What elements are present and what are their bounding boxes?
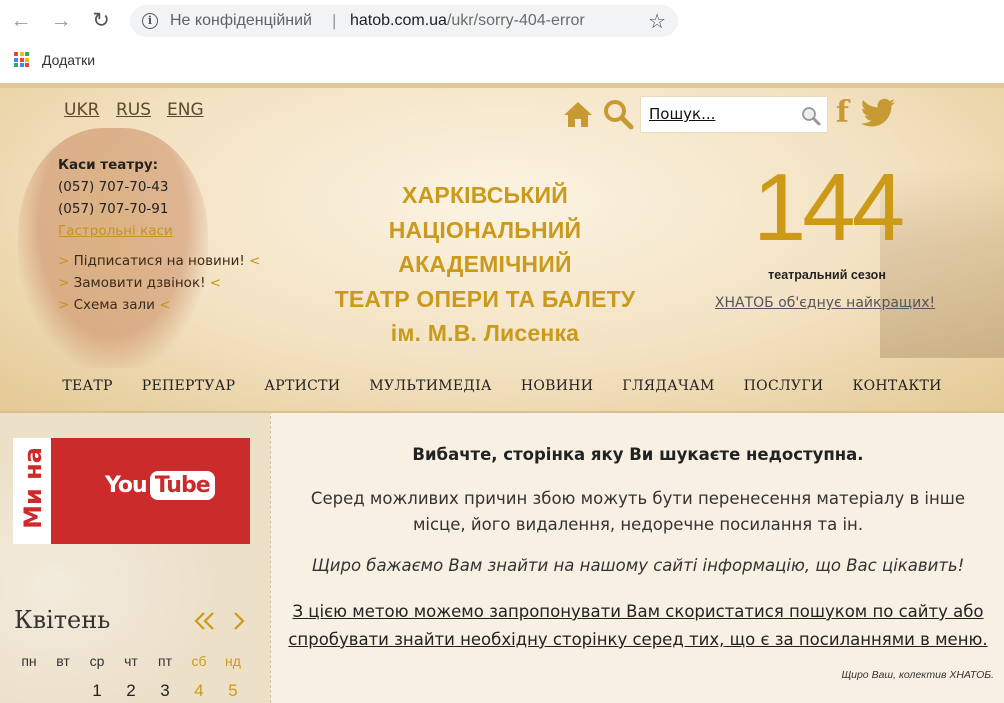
lang-ukr-link[interactable]: UKR: [64, 100, 99, 120]
info-icon[interactable]: i: [142, 13, 158, 29]
calendar-next-icon[interactable]: [232, 612, 246, 630]
calendar-day[interactable]: 5: [218, 681, 248, 701]
reload-icon[interactable]: ↻: [88, 8, 114, 34]
theatre-title-line-4: ім. М.В. Лисенка: [390, 320, 580, 346]
weekday-tue: вт: [56, 653, 70, 669]
calendar-day[interactable]: 2: [116, 681, 146, 701]
theatre-title-line-3: ТЕАТР ОПЕРИ ТА БАЛЕТУ: [334, 285, 636, 312]
box-office-phone-1[interactable]: (057) 707-70-43: [58, 176, 173, 198]
url-path: /ukr/sorry-404-error: [446, 12, 585, 29]
nav-item-theatre[interactable]: ТЕАТР: [62, 375, 112, 411]
nav-item-repertoire[interactable]: РЕПЕРТУАР: [142, 375, 236, 411]
error-suggest-link[interactable]: З цією метою можемо запропонувати Вам ск…: [281, 598, 995, 654]
order-call-link[interactable]: > Замовити дзвінок! <: [58, 272, 260, 294]
calendar-prev-icon[interactable]: [194, 612, 216, 630]
youtube-tube-text: Tube: [149, 471, 215, 500]
box-office-label: Каси театру:: [58, 157, 159, 173]
youtube-side-strip: Ми на: [13, 438, 51, 544]
calendar-month: Квітень: [14, 606, 111, 634]
sidebar: Ми на You Tube Квітень пн вт ср чт пт сб…: [0, 411, 270, 703]
box-office-phone-2[interactable]: (057) 707-70-91: [58, 198, 173, 220]
browser-chrome: ← → ↻ i Не конфіденційний | hatob.com.ua…: [0, 0, 1004, 83]
lang-rus-link[interactable]: RUS: [116, 100, 151, 120]
site-header: UKR RUS ENG f Каси театру: (057) 707-70-…: [0, 83, 1004, 411]
season-label: театральний сезон: [768, 268, 886, 282]
calendar-day[interactable]: 4: [184, 681, 214, 701]
url-text[interactable]: hatob.com.ua/ukr/sorry-404-error: [350, 12, 585, 30]
weekday-mon: пн: [21, 653, 37, 669]
bookmark-star-icon[interactable]: ☆: [648, 9, 666, 34]
back-arrow-icon[interactable]: ←: [8, 8, 34, 34]
search-input[interactable]: [649, 105, 799, 123]
tour-box-office-link[interactable]: Гастрольні каси: [58, 223, 173, 239]
calendar-day[interactable]: 1: [82, 681, 112, 701]
error-title: Вибачте, сторінка яку Ви шукаєте недосту…: [412, 445, 864, 464]
facebook-icon[interactable]: f: [836, 98, 849, 128]
unite-best-link[interactable]: ХНАТОБ об'єднує найкращих!: [710, 295, 940, 311]
search-icon[interactable]: [602, 98, 634, 130]
error-signature: Щиро Ваш, колектив ХНАТОБ.: [841, 669, 994, 681]
url-domain: hatob.com.ua: [350, 12, 447, 29]
hall-scheme-link[interactable]: > Схема зали <: [58, 294, 260, 316]
search-magnifier-icon[interactable]: [801, 106, 821, 126]
nav-item-spectators[interactable]: ГЛЯДАЧАМ: [622, 375, 714, 411]
theatre-title-line-2: НАЦІОНАЛЬНИЙ АКАДЕМІЧНИЙ: [388, 216, 582, 278]
error-reasons: Серед можливих причин збою можуть бути п…: [310, 489, 966, 534]
apps-grid-icon[interactable]: [14, 52, 29, 67]
nav-item-services[interactable]: ПОСЛУГИ: [744, 375, 824, 411]
youtube-logo: You Tube: [105, 471, 215, 500]
youtube-side-text: Ми на: [19, 447, 47, 529]
search-box[interactable]: [640, 96, 828, 133]
weekday-fri: пт: [158, 653, 172, 669]
main-nav: ТЕАТР РЕПЕРТУАР АРТИСТИ МУЛЬТИМЕДІА НОВИ…: [0, 375, 1004, 411]
error-wish: Щиро бажаємо Вам знайти на нашому сайті …: [311, 556, 965, 575]
youtube-you-text: You: [105, 473, 148, 498]
calendar-day[interactable]: 3: [150, 681, 180, 701]
lang-eng-link[interactable]: ENG: [167, 100, 204, 120]
home-icon[interactable]: [562, 100, 594, 128]
theatre-title[interactable]: ХАРКІВСЬКИЙ НАЦІОНАЛЬНИЙ АКАДЕМІЧНИЙ ТЕА…: [300, 178, 670, 351]
weekday-wed: ср: [89, 653, 105, 669]
address-bar[interactable]: i Не конфіденційний | hatob.com.ua/ukr/s…: [130, 5, 678, 37]
header-links: > Підписатися на новини! < > Замовити дз…: [58, 250, 260, 316]
nav-item-news[interactable]: НОВИНИ: [521, 375, 593, 411]
security-label: Не конфіденційний: [170, 12, 312, 29]
nav-item-contacts[interactable]: КОНТАКТИ: [852, 375, 941, 411]
season-number: 144: [752, 154, 905, 261]
weekday-sun: нд: [225, 653, 241, 669]
twitter-icon[interactable]: [860, 98, 896, 128]
error-content: Вибачте, сторінка яку Ви шукаєте недосту…: [270, 411, 1004, 703]
url-separator: |: [332, 11, 337, 30]
weekday-thu: чт: [124, 653, 138, 669]
subscribe-news-link[interactable]: > Підписатися на новини! <: [58, 250, 260, 272]
youtube-banner[interactable]: Ми на You Tube: [13, 438, 250, 544]
box-office-block: Каси театру: (057) 707-70-43 (057) 707-7…: [58, 154, 173, 242]
nav-item-artists[interactable]: АРТИСТИ: [264, 375, 340, 411]
nav-item-multimedia[interactable]: МУЛЬТИМЕДІА: [369, 375, 492, 411]
weekday-sat: сб: [191, 653, 207, 669]
apps-bookmark-label[interactable]: Додатки: [42, 52, 95, 68]
theatre-title-line-1: ХАРКІВСЬКИЙ: [402, 182, 568, 208]
forward-arrow-icon[interactable]: →: [48, 8, 74, 34]
